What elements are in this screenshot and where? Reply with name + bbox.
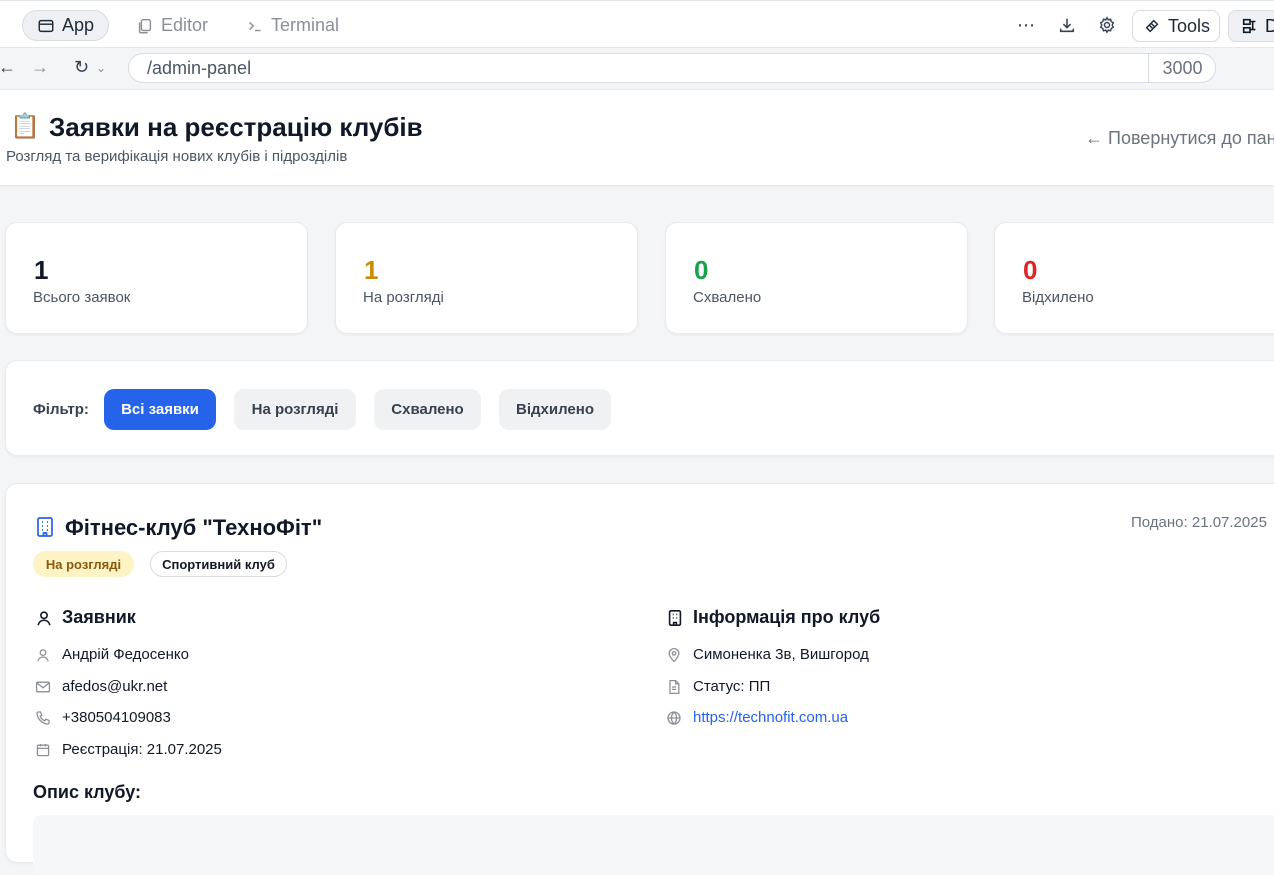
url-input[interactable]: /admin-panel	[128, 53, 1216, 83]
application-card: Фітнес-клуб "ТехноФіт" Подано: 21.07.202…	[5, 483, 1274, 875]
filter-approved-button[interactable]: Схвалено	[374, 389, 481, 430]
stat-card-pending: 1 На розгляді	[335, 222, 638, 334]
filter-rejected-button[interactable]: Відхилено	[499, 389, 611, 430]
download-icon[interactable]	[1057, 15, 1077, 35]
page-subtitle: Розгляд та верифікація нових клубів і пі…	[6, 148, 348, 165]
club-website-link[interactable]: https://technofit.com.ua	[693, 709, 848, 726]
tab-editor[interactable]: Editor	[122, 10, 222, 41]
applicant-phone-row: +380504109083	[35, 709, 171, 726]
section-title-text: Інформація про клуб	[693, 607, 881, 627]
back-to-panel-link[interactable]: ← Повернутися до пан	[1085, 128, 1274, 149]
building-icon	[37, 517, 53, 537]
applicant-section-title: Заявник	[35, 607, 136, 628]
club-address-row: Симоненка 3в, Вишгород	[666, 646, 869, 663]
copy-icon	[138, 18, 152, 33]
club-info-section-title: Інформація про клуб	[666, 607, 880, 628]
top-tab-bar: App Editor Terminal ⋯ Tools D	[0, 0, 1274, 48]
page-title: Заявки на реєстрацію клубів	[49, 112, 423, 142]
tab-app[interactable]: App	[22, 10, 110, 41]
stat-value: 1	[364, 255, 379, 285]
stat-value: 0	[1023, 255, 1038, 285]
stat-value: 0	[694, 255, 709, 285]
map-pin-icon	[668, 647, 680, 662]
database-button[interactable]: D	[1228, 10, 1274, 42]
calendar-icon	[36, 743, 50, 756]
tools-icon	[1145, 19, 1159, 33]
tab-label: Editor	[161, 15, 209, 35]
applicant-email: afedos@ukr.net	[62, 678, 168, 695]
globe-icon	[667, 710, 681, 725]
club-address: Симоненка 3в, Вишгород	[693, 646, 869, 663]
tab-label: App	[62, 15, 95, 35]
applicant-registration-row: Реєстрація: 21.07.2025	[35, 741, 222, 758]
settings-gear-icon[interactable]	[1097, 15, 1117, 35]
club-website-row: https://technofit.com.ua	[666, 709, 848, 726]
terminal-icon	[249, 21, 261, 31]
description-title: Опис клубу:	[33, 782, 142, 802]
applicant-phone: +380504109083	[62, 709, 171, 726]
stat-card-rejected: 0 Відхилено	[994, 222, 1274, 334]
submitted-date: Подано: 21.07.2025	[1131, 514, 1267, 531]
applicant-registration: Реєстрація: 21.07.2025	[62, 741, 222, 758]
chevron-down-icon[interactable]: ⌄	[96, 61, 106, 75]
filter-label: Фільтр:	[33, 401, 89, 418]
phone-icon	[36, 710, 50, 725]
stat-label: На розгляді	[363, 289, 444, 306]
database-label: D	[1265, 15, 1274, 36]
port-field[interactable]: 3000	[1148, 53, 1216, 83]
filter-pending-button[interactable]: На розгляді	[234, 389, 356, 430]
club-status-row: Статус: ПП	[666, 678, 770, 695]
stat-card-approved: 0 Схвалено	[665, 222, 968, 334]
applicant-email-row: afedos@ukr.net	[35, 678, 167, 695]
tools-button[interactable]: Tools	[1132, 10, 1220, 42]
address-bar-row: ← → ↻ ⌄ /admin-panel 3000	[0, 48, 1274, 124]
user-icon	[37, 648, 49, 662]
tab-label: Terminal	[271, 15, 340, 35]
more-options-icon[interactable]: ⋯	[1016, 15, 1036, 35]
filter-all-button[interactable]: Всі заявки	[104, 389, 216, 430]
description-box	[33, 815, 1274, 875]
stat-label: Схвалено	[693, 289, 762, 306]
applicant-name-row: Андрій Федосенко	[35, 646, 189, 663]
applicant-name: Андрій Федосенко	[62, 646, 189, 663]
club-legal-status: Статус: ПП	[693, 678, 771, 695]
database-icon	[1242, 18, 1256, 34]
reload-icon[interactable]: ↻	[74, 57, 89, 78]
tools-label: Tools	[1168, 15, 1211, 36]
stat-label: Відхилено	[1022, 289, 1094, 306]
club-type-badge: Спортивний клуб	[150, 551, 287, 577]
building-icon	[668, 609, 682, 626]
more-glyph: ⋯	[1017, 14, 1035, 35]
document-icon	[669, 679, 680, 694]
back-arrow-icon[interactable]: ←	[0, 57, 16, 78]
forward-arrow-icon[interactable]: →	[31, 57, 49, 78]
filter-panel: Фільтр: Всі заявки На розгляді Схвалено …	[5, 360, 1274, 456]
clipboard-icon: 📋	[10, 113, 40, 140]
stat-value: 1	[34, 255, 49, 285]
club-name: Фітнес-клуб "ТехноФіт"	[65, 515, 323, 540]
status-badge: На розгляді	[33, 551, 134, 577]
stat-label: Всього заявок	[33, 289, 131, 306]
mail-icon	[35, 681, 51, 692]
stat-card-total: 1 Всього заявок	[5, 222, 308, 334]
window-icon	[38, 19, 54, 32]
tab-terminal[interactable]: Terminal	[232, 10, 353, 41]
user-icon	[37, 610, 51, 625]
page-header: 📋 Заявки на реєстрацію клубів Розгляд та…	[0, 90, 1274, 186]
section-title-text: Заявник	[62, 607, 136, 627]
